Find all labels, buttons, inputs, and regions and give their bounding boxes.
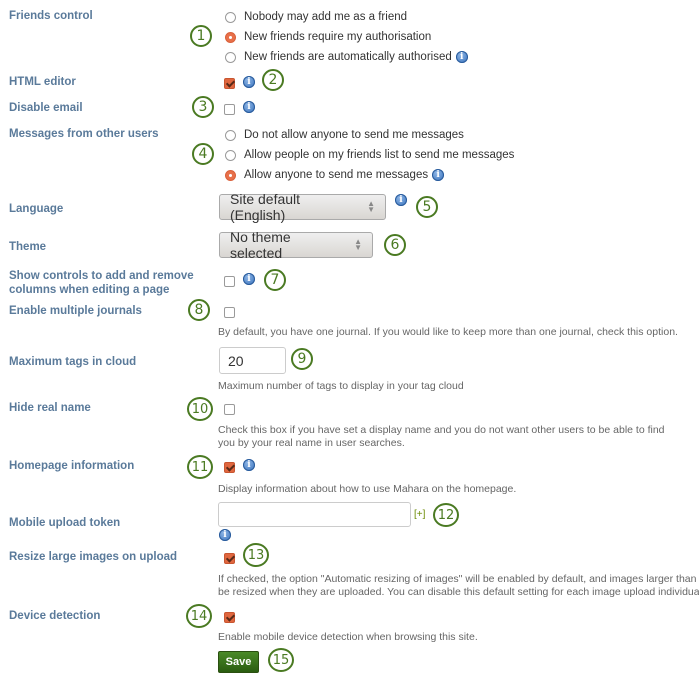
homepage-info-label: Homepage information	[9, 460, 135, 472]
option-label: Allow people on my friends list to send …	[244, 149, 515, 161]
hide-real-name-checkbox[interactable]	[224, 404, 235, 415]
theme-value: No theme selected	[230, 229, 291, 261]
callout-2: 2	[262, 69, 284, 91]
messages-label: Messages from other users	[9, 128, 159, 140]
option-label: New friends are automatically authorised	[244, 51, 452, 63]
save-button[interactable]: Save	[218, 651, 259, 673]
multiple-journals-checkbox[interactable]	[224, 307, 235, 318]
description-line: If checked, the option "Automatic resizi…	[218, 573, 699, 585]
radio-anyone-messages[interactable]	[225, 169, 236, 181]
callout-6: 6	[384, 234, 406, 256]
description-line: Check this box if you have set a display…	[218, 424, 665, 436]
max-tags-description: Maximum number of tags to display in you…	[218, 380, 464, 392]
spinner-arrows-icon: ▲ ▼	[354, 237, 362, 252]
info-icon[interactable]: i	[432, 169, 445, 181]
callout-1: 1	[190, 25, 212, 47]
info-icon[interactable]: i	[219, 529, 231, 541]
hide-real-name-label: Hide real name	[9, 402, 91, 414]
resize-images-description: If checked, the option "Automatic resizi…	[218, 573, 699, 599]
callout-8: 8	[188, 299, 210, 321]
label-line: columns when editing a page	[9, 284, 170, 296]
radio-nobody[interactable]	[225, 11, 236, 23]
info-icon[interactable]: i	[243, 459, 255, 471]
option-label: Nobody may add me as a friend	[244, 11, 408, 23]
resize-images-checkbox[interactable]	[224, 553, 235, 564]
homepage-info-checkbox[interactable]	[224, 462, 235, 473]
device-detection-checkbox[interactable]	[224, 612, 235, 623]
theme-label: Theme	[9, 241, 47, 253]
callout-13: 13	[243, 543, 269, 567]
show-controls-checkbox[interactable]	[224, 276, 235, 287]
device-detection-label: Device detection	[9, 610, 101, 622]
info-icon[interactable]: i	[455, 51, 468, 63]
html-editor-checkbox[interactable]	[224, 78, 235, 89]
callout-11: 11	[187, 455, 213, 479]
max-tags-input[interactable]: 20	[219, 347, 286, 374]
friends-option-2[interactable]: New friends are automatically authorised…	[225, 51, 468, 63]
messages-option-2[interactable]: Allow anyone to send me messages i	[225, 169, 445, 181]
radio-require-authorisation[interactable]	[225, 31, 236, 43]
callout-9: 9	[291, 348, 313, 370]
homepage-info-description: Display information about how to use Mah…	[218, 483, 517, 495]
show-controls-label: Show controls to add and remove columns w…	[9, 269, 194, 297]
device-detection-description: Enable mobile device detection when brow…	[218, 631, 478, 643]
add-token-link[interactable]: [+]	[414, 509, 425, 520]
callout-15: 15	[268, 648, 294, 672]
multiple-journals-label: Enable multiple journals	[9, 305, 142, 317]
callout-12: 12	[433, 503, 459, 527]
hide-real-name-description: Check this box if you have set a display…	[218, 424, 665, 450]
callout-4: 4	[192, 143, 214, 165]
info-icon[interactable]: i	[243, 101, 255, 113]
callout-14: 14	[186, 604, 212, 628]
html-editor-label: HTML editor	[9, 76, 76, 88]
max-tags-label: Maximum tags in cloud	[9, 356, 137, 368]
disable-email-label: Disable email	[9, 102, 83, 114]
messages-option-1[interactable]: Allow people on my friends list to send …	[225, 149, 514, 161]
language-label: Language	[9, 203, 64, 215]
callout-3: 3	[192, 96, 214, 118]
friends-option-1[interactable]: New friends require my authorisation	[225, 31, 431, 43]
description-line: you by your real name in user searches.	[218, 437, 405, 449]
description-line: be resized when they are uploaded. You c…	[218, 586, 699, 598]
option-label: Allow anyone to send me messages	[244, 169, 429, 181]
radio-auto-authorised[interactable]	[225, 51, 236, 63]
mobile-token-label: Mobile upload token	[9, 517, 121, 529]
callout-5: 5	[416, 196, 438, 218]
callout-10: 10	[187, 397, 213, 421]
radio-no-messages[interactable]	[225, 129, 236, 141]
messages-option-0[interactable]: Do not allow anyone to send me messages	[225, 129, 464, 141]
spinner-arrows-icon: ▲ ▼	[367, 199, 375, 214]
language-select[interactable]: Site default (English) ▲ ▼	[219, 191, 386, 223]
radio-friends-messages[interactable]	[225, 149, 236, 161]
info-icon[interactable]: i	[243, 273, 255, 285]
option-label: New friends require my authorisation	[244, 31, 432, 43]
label-line: Show controls to add and remove	[9, 270, 194, 282]
disable-email-checkbox[interactable]	[224, 104, 235, 115]
friends-control-label: Friends control	[9, 10, 93, 22]
friends-option-0[interactable]: Nobody may add me as a friend	[225, 11, 407, 23]
theme-select[interactable]: No theme selected ▲ ▼	[219, 229, 373, 261]
callout-7: 7	[264, 269, 286, 291]
multiple-journals-description: By default, you have one journal. If you…	[218, 326, 678, 338]
info-icon[interactable]: i	[243, 76, 255, 88]
language-value: Site default (English)	[230, 191, 301, 223]
mobile-token-input[interactable]	[218, 502, 411, 527]
info-icon[interactable]: i	[395, 194, 407, 206]
option-label: Do not allow anyone to send me messages	[244, 129, 464, 141]
resize-images-label: Resize large images on upload	[9, 551, 178, 563]
